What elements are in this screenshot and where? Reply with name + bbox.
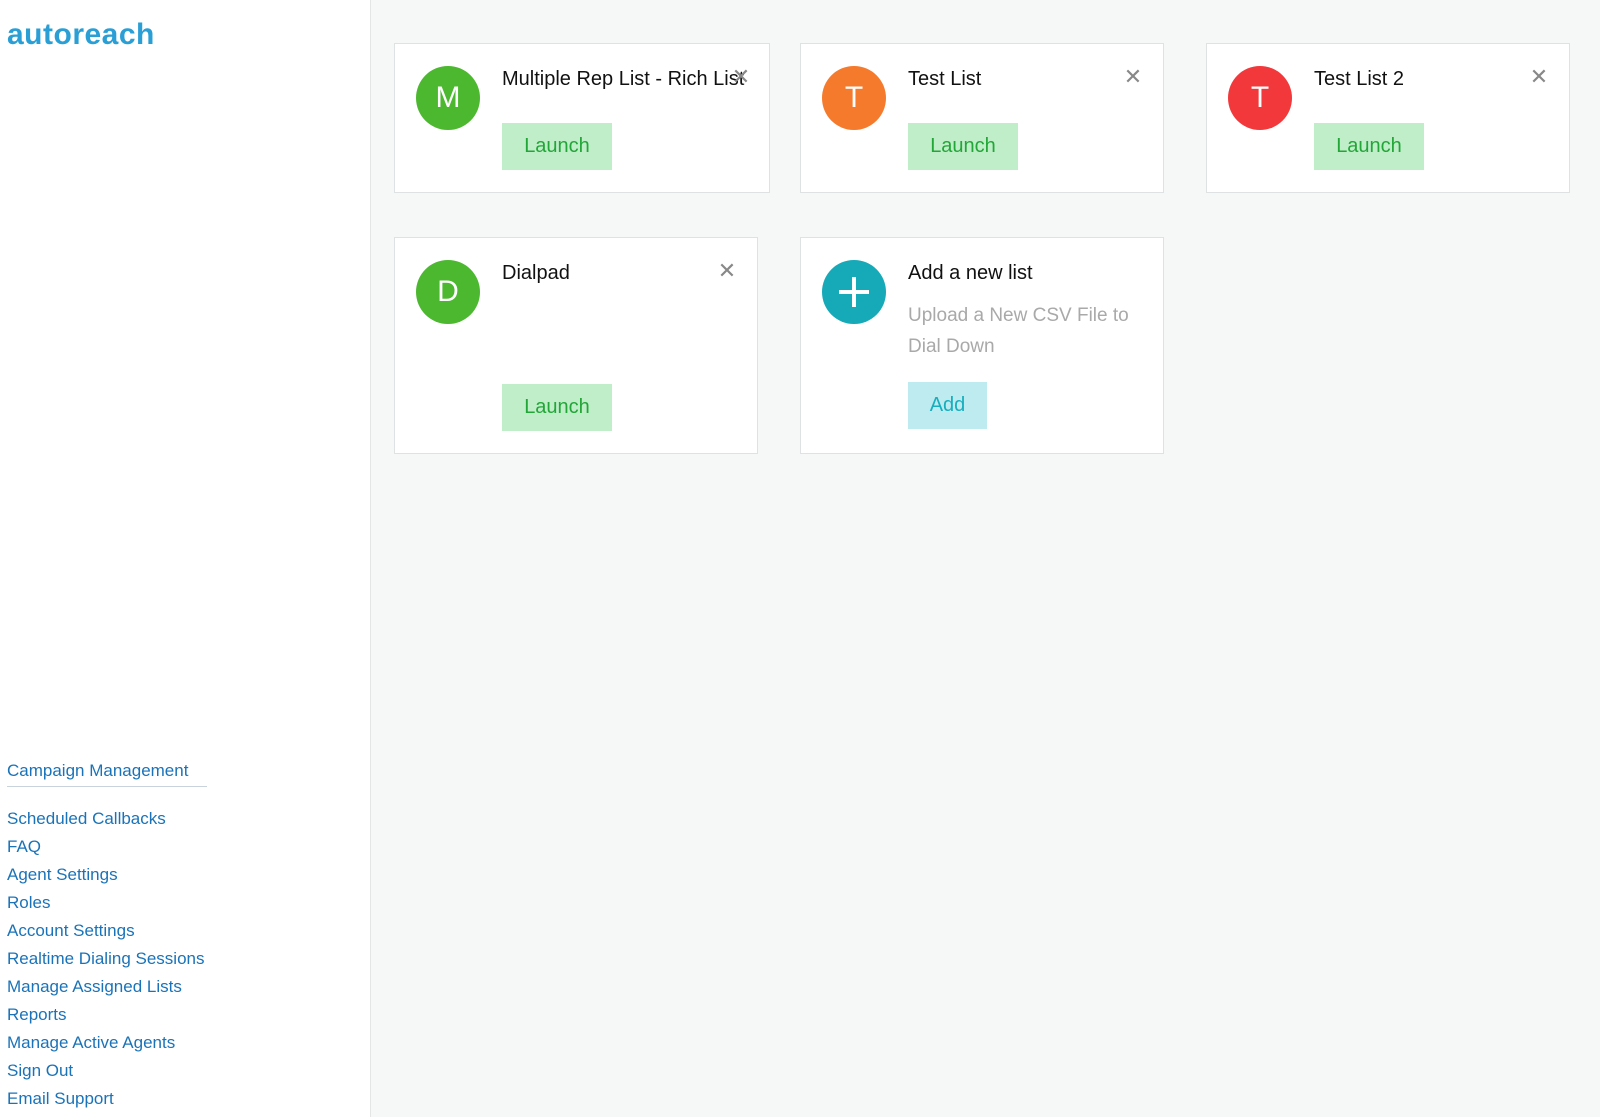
nav-link-scheduled-callbacks[interactable]: Scheduled Callbacks	[7, 805, 367, 833]
launch-button[interactable]: Launch	[502, 384, 612, 431]
nav-link-realtime-dialing-sessions[interactable]: Realtime Dialing Sessions	[7, 945, 367, 973]
launch-button[interactable]: Launch	[1314, 123, 1424, 170]
close-icon[interactable]: ✕	[1528, 66, 1550, 88]
nav-link-account-settings[interactable]: Account Settings	[7, 917, 367, 945]
plus-icon[interactable]	[822, 260, 886, 324]
main-content: M Multiple Rep List - Rich List ✕ Launch…	[371, 0, 1600, 1117]
add-list-description: Upload a New CSV File to Dial Down	[908, 305, 1129, 357]
list-card: T Test List ✕ Launch	[800, 43, 1164, 193]
autoreach-logo[interactable]: autoreach	[7, 18, 155, 52]
primary-nav: Campaign Management	[7, 758, 367, 787]
nav-link-sign-out[interactable]: Sign Out	[7, 1057, 367, 1085]
list-title: Multiple Rep List - Rich List	[502, 68, 745, 90]
list-title: Test List 2	[1314, 68, 1405, 90]
nav-link-manage-assigned-lists[interactable]: Manage Assigned Lists	[7, 973, 367, 1001]
nav-link-email-support[interactable]: Email Support	[7, 1085, 367, 1113]
list-card: T Test List 2 ✕ Launch	[1206, 43, 1570, 193]
nav-link-agent-settings[interactable]: Agent Settings	[7, 861, 367, 889]
nav-divider	[7, 786, 207, 787]
list-title: Test List	[908, 68, 982, 90]
add-list-title: Add a new list	[908, 262, 1033, 284]
nav-link-campaign-management[interactable]: Campaign Management	[7, 758, 188, 784]
nav-link-reports[interactable]: Reports	[7, 1001, 367, 1029]
close-icon[interactable]: ✕	[716, 260, 738, 282]
sidebar-nav: Campaign Management Scheduled Callbacks …	[7, 758, 367, 1113]
list-avatar: T	[1228, 66, 1292, 130]
list-title: Dialpad	[502, 262, 570, 284]
close-icon[interactable]: ✕	[730, 66, 752, 88]
launch-button[interactable]: Launch	[502, 123, 612, 170]
list-card: D Dialpad ✕ Launch	[394, 237, 758, 454]
nav-link-roles[interactable]: Roles	[7, 889, 367, 917]
add-button[interactable]: Add	[908, 382, 987, 429]
nav-link-manage-active-agents[interactable]: Manage Active Agents	[7, 1029, 367, 1057]
launch-button[interactable]: Launch	[908, 123, 1018, 170]
nav-link-faq[interactable]: FAQ	[7, 833, 367, 861]
sidebar: autoreach Campaign Management Scheduled …	[0, 0, 371, 1117]
list-card: M Multiple Rep List - Rich List ✕ Launch	[394, 43, 770, 193]
list-avatar: D	[416, 260, 480, 324]
add-list-card: Add a new list Upload a New CSV File to …	[800, 237, 1164, 454]
close-icon[interactable]: ✕	[1122, 66, 1144, 88]
list-avatar: T	[822, 66, 886, 130]
list-avatar: M	[416, 66, 480, 130]
